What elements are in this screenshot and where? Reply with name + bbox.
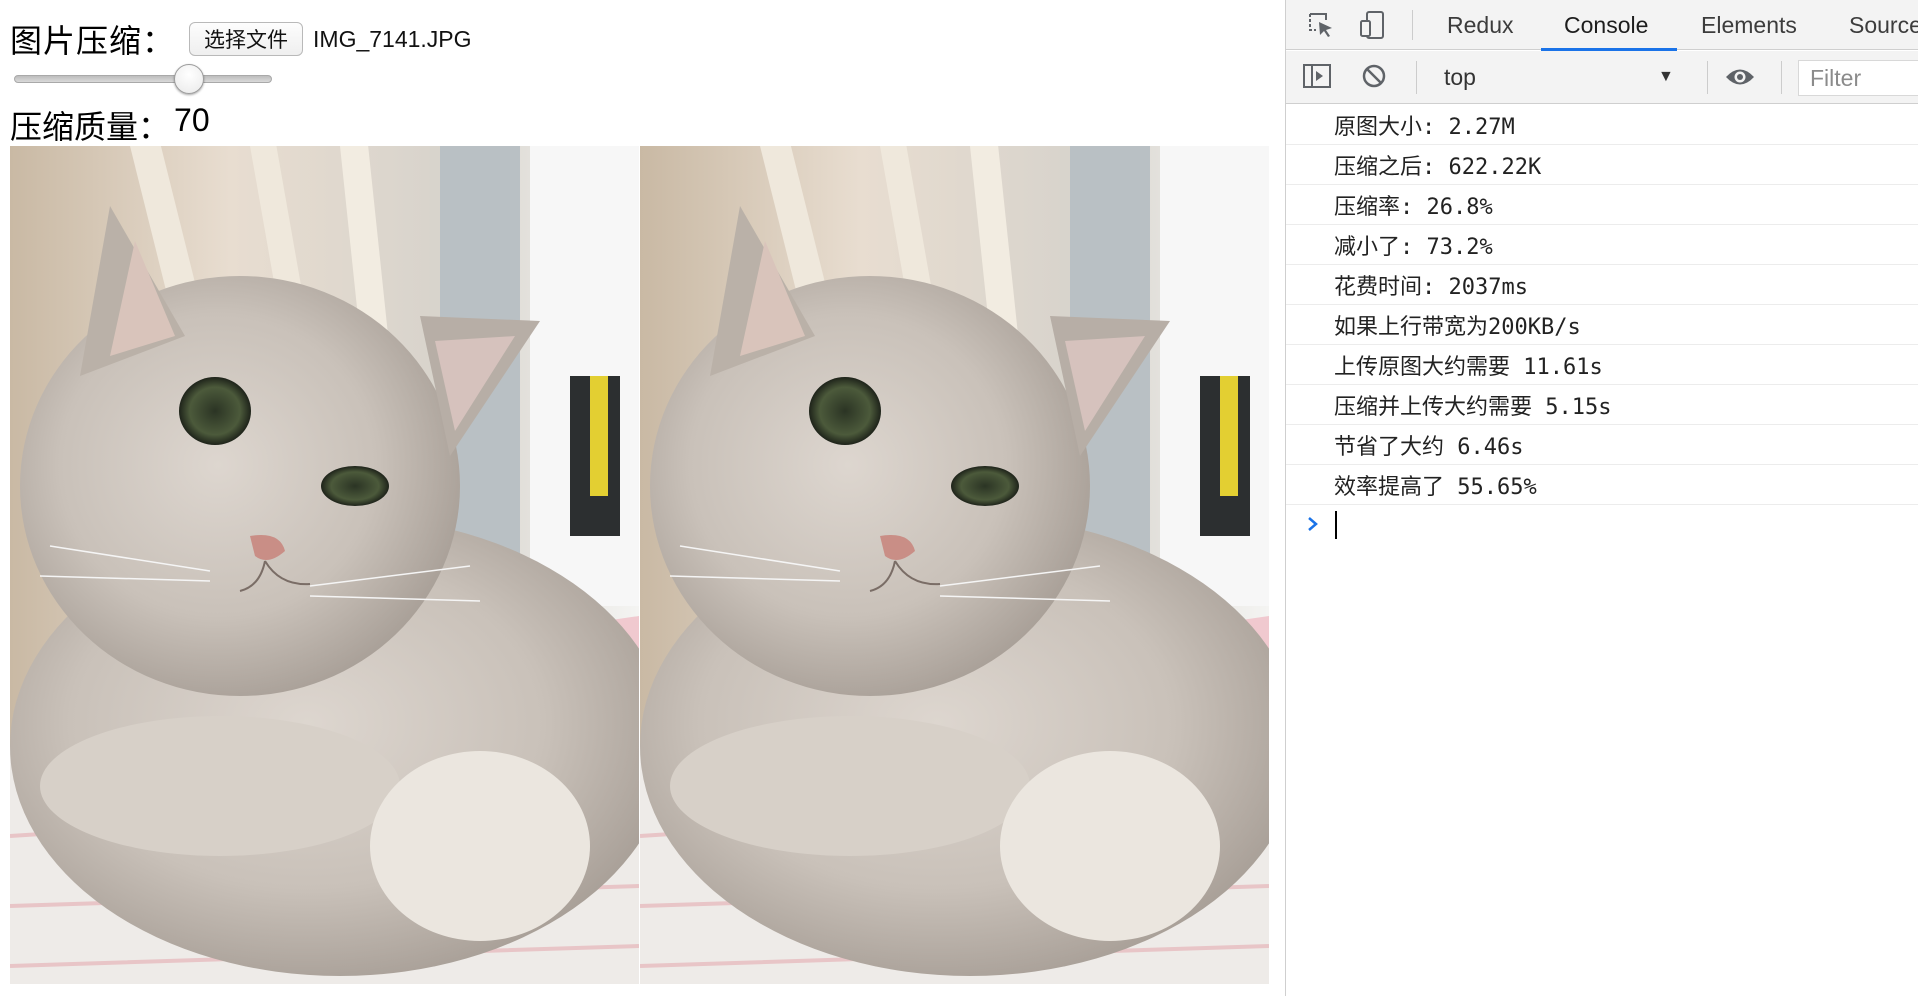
- eye-icon[interactable]: [1723, 61, 1757, 93]
- console-log-line: 压缩率: 26.8%: [1286, 185, 1918, 225]
- web-page: 图片压缩： 选择文件 IMG_7141.JPG 压缩质量： 70: [0, 0, 1285, 996]
- toolbar-separator: [1707, 61, 1708, 94]
- console-log-line: 节省了大约 6.46s: [1286, 425, 1918, 465]
- device-toolbar-icon[interactable]: [1356, 9, 1390, 41]
- console-log-line: 压缩之后: 622.22K: [1286, 145, 1918, 185]
- slider-thumb[interactable]: [174, 64, 204, 94]
- prompt-chevron-icon: [1308, 517, 1318, 531]
- console-output: 原图大小: 2.27M 压缩之后: 622.22K 压缩率: 26.8% 减小了…: [1286, 105, 1918, 549]
- filter-field[interactable]: [1798, 60, 1918, 96]
- tab-bar-separator: [1412, 10, 1413, 40]
- quality-slider[interactable]: [14, 64, 272, 94]
- filter-input[interactable]: [1810, 64, 1918, 92]
- slider-track[interactable]: [14, 75, 272, 83]
- dropdown-arrow-icon: ▼: [1658, 68, 1674, 85]
- tab-elements[interactable]: Elements: [1701, 0, 1797, 50]
- console-log-line: 减小了: 73.2%: [1286, 225, 1918, 265]
- context-selector[interactable]: top ▼: [1430, 51, 1686, 104]
- upload-label: 图片压缩：: [10, 22, 176, 60]
- sidebar-toggle-icon[interactable]: [1300, 60, 1334, 92]
- text-caret: [1335, 511, 1337, 539]
- console-prompt[interactable]: [1286, 505, 1918, 549]
- tab-sources[interactable]: Source: [1849, 0, 1918, 50]
- toolbar-separator: [1416, 61, 1417, 94]
- console-log-line: 如果上行带宽为200KB/s: [1286, 305, 1918, 345]
- console-toolbar: top ▼: [1286, 51, 1918, 104]
- selected-file-name: IMG_7141.JPG: [313, 25, 472, 52]
- original-image: [10, 146, 639, 984]
- console-log-line: 效率提高了 55.65%: [1286, 465, 1918, 505]
- devtools-tab-bar: Redux Console Elements Source: [1286, 0, 1918, 51]
- inspect-element-icon[interactable]: [1304, 9, 1338, 41]
- tab-redux[interactable]: Redux: [1447, 0, 1513, 50]
- devtools-panel: Redux Console Elements Source top ▼ Filt…: [1285, 0, 1918, 996]
- clear-console-icon[interactable]: [1357, 60, 1391, 92]
- quality-value: 70: [174, 102, 210, 138]
- compressed-image: [640, 146, 1269, 984]
- context-value: top: [1444, 64, 1476, 90]
- upload-row: 图片压缩： 选择文件 IMG_7141.JPG: [10, 14, 472, 64]
- console-log-line: 压缩并上传大约需要 5.15s: [1286, 385, 1918, 425]
- choose-file-button[interactable]: 选择文件: [189, 22, 304, 56]
- console-log-line: 花费时间: 2037ms: [1286, 265, 1918, 305]
- tab-console[interactable]: Console: [1564, 0, 1648, 50]
- quality-readout: 压缩质量： 70: [10, 102, 210, 148]
- toolbar-separator: [1781, 61, 1782, 94]
- console-log-line: 原图大小: 2.27M: [1286, 105, 1918, 145]
- quality-label: 压缩质量：: [10, 108, 171, 146]
- console-log-line: 上传原图大约需要 11.61s: [1286, 345, 1918, 385]
